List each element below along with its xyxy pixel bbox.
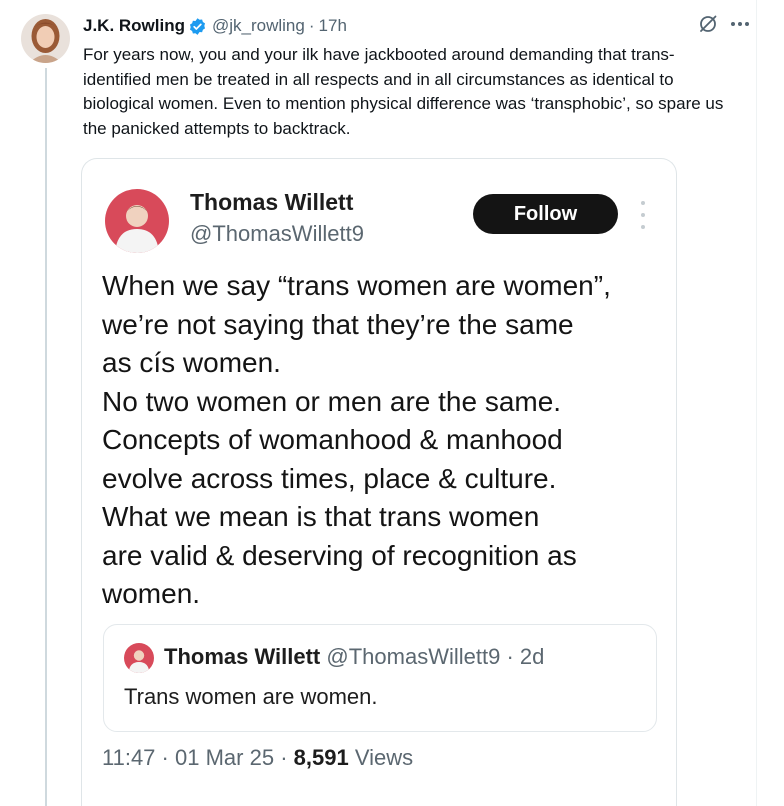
tweet-header: J.K. Rowling @jk_rowling · 17h [83, 15, 347, 37]
author-handle[interactable]: @jk_rowling [212, 16, 305, 36]
views-label: Views [354, 745, 414, 770]
grok-icon[interactable] [698, 14, 718, 34]
verified-badge-icon [188, 17, 207, 36]
tweet-attached-image[interactable]: Thomas Willett @ThomasWillett9 Follow Wh… [81, 158, 677, 806]
screenshot-text-line: we’re not saying that they’re the same [102, 308, 574, 340]
screenshot-author-avatar [105, 189, 169, 253]
screenshot-text-line: No two women or men are the same. [102, 385, 562, 417]
screenshot-time: 11:47 [102, 745, 156, 770]
quoted-author-avatar [124, 643, 154, 673]
avatar-image [21, 14, 70, 63]
quoted-author-name: Thomas Willett [164, 644, 321, 669]
tweet-top-actions [698, 14, 750, 34]
screenshot-tweet-text: When we say “trans women are women”, we’… [102, 267, 672, 614]
author-avatar[interactable] [21, 14, 70, 63]
screenshot-follow-button: Follow [473, 194, 618, 234]
screenshot-author-handle: @ThomasWillett9 [190, 221, 364, 246]
time-separator: · [308, 16, 315, 35]
tweet-timestamp[interactable]: 17h [319, 16, 347, 36]
screenshot-text-line: What we mean is that trans women [102, 501, 540, 532]
meta-separator: · [280, 745, 288, 770]
screenshot-text-line: as cís women. [102, 347, 281, 378]
screenshot-text-line: are valid & deserving of recognition as [102, 539, 577, 571]
vertical-more-icon [636, 201, 650, 229]
quoted-tweet-text: Trans women are women. [124, 684, 378, 709]
screenshot-meta-line: 11:47 · 01 Mar 25 · 8,591 Views [102, 745, 413, 771]
views-count: 8,591 [293, 745, 349, 770]
quoted-separator: · [506, 644, 514, 669]
thread-connector-line [45, 68, 47, 806]
timeline-border [756, 0, 757, 806]
tweet-text: For years now, you and your ilk have jac… [83, 45, 724, 138]
screenshot-author-name: Thomas Willett [190, 189, 354, 215]
screenshot-text-line: Concepts of womanhood & manhood [102, 424, 563, 455]
screenshot-date: 01 Mar 25 [175, 745, 275, 770]
more-icon[interactable] [730, 21, 750, 27]
screenshot-text-line: women. [102, 578, 201, 609]
quoted-tweet-header: Thomas Willett @ThomasWillett9 · 2d [164, 644, 544, 670]
quoted-author-handle: @ThomasWillett9 [326, 644, 501, 669]
screenshot-text-line: When we say “trans women are women”, [102, 270, 611, 301]
screenshot-text-line: evolve across times, place & culture. [102, 462, 557, 494]
quoted-tweet-card: Thomas Willett @ThomasWillett9 · 2d Tran… [103, 624, 657, 732]
meta-separator: · [161, 745, 169, 770]
author-name[interactable]: J.K. Rowling [83, 16, 185, 36]
quoted-time: 2d [519, 644, 545, 669]
